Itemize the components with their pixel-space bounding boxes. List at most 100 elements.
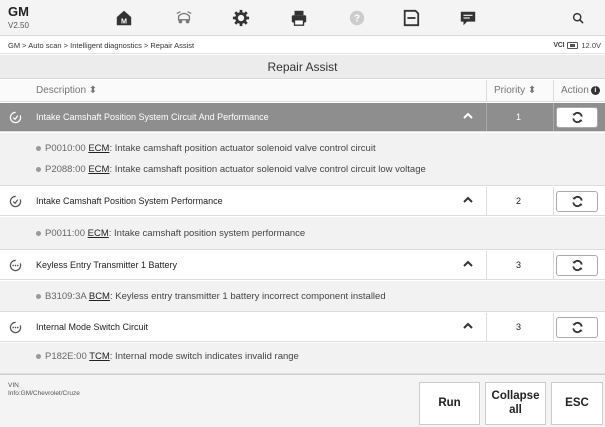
repair-status-icon: [9, 259, 22, 272]
app-name: GM: [8, 4, 29, 19]
dtc-list: P0010:00 ECM: Intake camshaft position a…: [0, 133, 605, 186]
column-divider: [486, 80, 487, 102]
app-brand: GM V2.50: [8, 4, 29, 30]
dtc-description: : Intake camshaft position system perfor…: [108, 228, 306, 239]
save-icon: [403, 9, 420, 27]
top-toolbar: GM V2.50 M ?: [0, 0, 605, 36]
settings-button[interactable]: [214, 3, 268, 33]
vehicle-swap-button[interactable]: [157, 3, 211, 33]
table-header: Description ⬍ Priority ⬍ Action i: [0, 80, 605, 102]
chevron-up-icon[interactable]: [462, 320, 474, 332]
collapse-all-label-line2: all: [509, 403, 522, 416]
refresh-button[interactable]: [556, 107, 598, 128]
module-link[interactable]: ECM: [88, 164, 109, 175]
row-priority: 2: [516, 196, 522, 206]
collapse-all-label: Collapse all: [492, 390, 540, 416]
home-icon: M: [116, 10, 132, 25]
module-link[interactable]: ECM: [88, 228, 109, 239]
dtc-list: P0011:00 ECM: Intake camshaft position s…: [0, 217, 605, 250]
row-priority: 3: [516, 322, 522, 332]
refresh-icon: [571, 111, 583, 124]
help-button[interactable]: ?: [330, 3, 384, 33]
vci-label: VCI: [553, 42, 565, 49]
row-priority: 1: [516, 112, 522, 122]
dtc-description: : Internal mode switch indicates invalid…: [109, 351, 299, 362]
refresh-button[interactable]: [556, 317, 598, 338]
column-divider: [553, 80, 554, 102]
search-button[interactable]: [555, 3, 601, 33]
bullet: [36, 293, 41, 299]
vci-status: VCI 12.0V: [553, 41, 601, 50]
refresh-button[interactable]: [556, 255, 598, 276]
column-divider: [486, 187, 487, 215]
voltage-readout: 12.0V: [581, 41, 601, 50]
chevron-up-icon[interactable]: [462, 258, 474, 270]
module-link[interactable]: TCM: [89, 351, 110, 362]
help-icon: ?: [349, 10, 365, 26]
chevron-up-icon[interactable]: [462, 110, 474, 122]
repair-status-icon: [9, 111, 22, 124]
column-header-action: Action i: [561, 85, 600, 96]
refresh-icon: [571, 259, 583, 272]
dtc-list: B3109:3A BCM: Keyless entry transmitter …: [0, 281, 605, 312]
vehicle-swap-icon: [176, 11, 192, 24]
row-label: Keyless Entry Transmitter 1 Battery: [36, 260, 178, 270]
svg-text:?: ?: [354, 14, 360, 25]
dtc-item: P0011:00 ECM: Intake camshaft position s…: [36, 228, 305, 239]
repair-status-icon: [9, 195, 22, 208]
column-header-description[interactable]: Description ⬍: [36, 85, 97, 96]
dtc-description: : Keyless entry transmitter 1 battery in…: [109, 291, 386, 302]
refresh-button[interactable]: [556, 191, 598, 212]
message-icon: [460, 11, 476, 26]
column-divider: [553, 313, 554, 341]
dtc-item: B3109:3A BCM: Keyless entry transmitter …: [36, 291, 386, 302]
print-button[interactable]: [272, 3, 326, 33]
table-row[interactable]: Intake Camshaft Position System Performa…: [0, 187, 605, 216]
row-label: Intake Camshaft Position System Circuit …: [36, 112, 269, 122]
bullet: [36, 145, 41, 151]
dtc-item: P182E:00 TCM: Internal mode switch indic…: [36, 351, 299, 362]
message-button[interactable]: [441, 3, 495, 33]
run-button[interactable]: Run: [419, 382, 480, 425]
breadcrumb: GM > Auto scan > Intelligent diagnostics…: [8, 41, 195, 50]
home-button[interactable]: M: [97, 3, 151, 33]
collapse-all-button[interactable]: Collapse all: [485, 382, 546, 425]
column-divider: [553, 187, 554, 215]
table-row[interactable]: Keyless Entry Transmitter 1 Battery 3: [0, 251, 605, 280]
bullet: [36, 353, 41, 359]
row-label: Intake Camshaft Position System Performa…: [36, 196, 223, 206]
module-link[interactable]: ECM: [88, 143, 109, 154]
collapse-all-label-line1: Collapse: [491, 390, 540, 403]
search-icon: [572, 12, 584, 24]
dtc-code: P0011:00: [45, 228, 85, 239]
refresh-icon: [571, 321, 583, 334]
column-divider: [486, 251, 487, 279]
table-row[interactable]: Intake Camshaft Position System Circuit …: [0, 103, 605, 132]
module-link[interactable]: BCM: [89, 291, 110, 302]
esc-button[interactable]: ESC: [551, 382, 603, 425]
dtc-code: B3109:3A: [45, 291, 87, 302]
app-version: V2.50: [8, 21, 29, 30]
column-header-priority[interactable]: Priority ⬍: [494, 85, 536, 96]
repair-status-icon: [9, 321, 22, 334]
table-row[interactable]: Internal Mode Switch Circuit 3: [0, 313, 605, 342]
vehicle-info-text: Info:GM/Chevrolet/Cruze: [8, 390, 80, 398]
dtc-item: P0010:00 ECM: Intake camshaft position a…: [36, 143, 376, 154]
vehicle-info: VIN Info:GM/Chevrolet/Cruze: [8, 382, 80, 399]
breadcrumb-bar: GM > Auto scan > Intelligent diagnostics…: [0, 37, 605, 54]
dtc-description: : Intake camshaft position actuator sole…: [109, 143, 376, 154]
print-icon: [291, 10, 307, 26]
vin-label: VIN: [8, 382, 19, 389]
dtc-code: P0010:00: [45, 143, 86, 154]
column-header-action-label: Action: [561, 85, 589, 96]
bullet: [36, 230, 41, 236]
dtc-description: : Intake camshaft position actuator sole…: [109, 164, 426, 175]
dtc-code: P182E:00: [45, 351, 87, 362]
save-button[interactable]: [384, 3, 438, 33]
column-divider: [553, 103, 554, 131]
bottom-bar: VIN Info:GM/Chevrolet/Cruze Run Collapse…: [0, 374, 605, 427]
row-priority: 3: [516, 260, 522, 270]
chevron-up-icon[interactable]: [462, 194, 474, 206]
dtc-item: P2088:00 ECM: Intake camshaft position a…: [36, 164, 426, 175]
info-icon[interactable]: i: [590, 86, 600, 95]
